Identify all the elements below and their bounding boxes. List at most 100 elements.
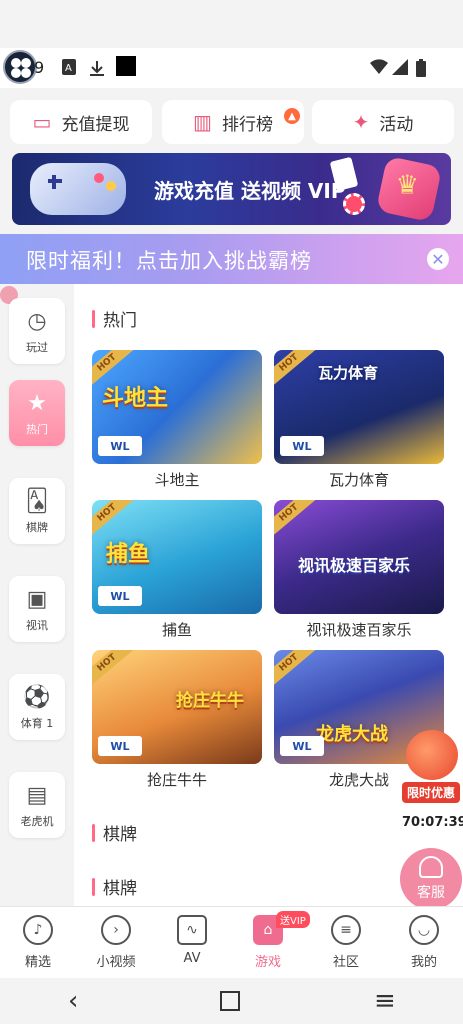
category-sidebar: ◷ 玩过 ★ 热门 🂡 棋牌 ▣ 视讯 ⚽ 体育 1 ▤ 老虎机 bbox=[0, 284, 74, 906]
wifi-icon bbox=[370, 59, 388, 74]
nav-short-video[interactable]: › 小视频 bbox=[86, 915, 146, 970]
vip-badge: 送VIP bbox=[276, 911, 310, 928]
bottom-nav: ♪ 精选 › 小视频 ∿ AV ⌂ 游戏 送VIP ≡ 社区 ◡ 我的 bbox=[0, 906, 463, 978]
game-art-title: 斗地主 bbox=[102, 386, 169, 411]
headset-icon bbox=[419, 856, 443, 878]
game-card-doudizhu[interactable]: HOT 斗地主 WL 斗地主 bbox=[92, 350, 262, 491]
crown-gem-icon bbox=[375, 155, 443, 223]
slot-machine-icon: ▤ bbox=[26, 782, 48, 808]
nav-label: 小视频 bbox=[96, 955, 136, 970]
sidebar-item-cards[interactable]: 🂡 棋牌 bbox=[9, 478, 65, 544]
sidebar-item-label: 老虎机 bbox=[20, 815, 54, 828]
section-title-chess: 棋牌 bbox=[92, 820, 137, 845]
section-marker bbox=[92, 309, 95, 328]
limited-offer-label: 限时优惠 bbox=[402, 782, 460, 803]
game-name: 抢庄牛牛 bbox=[146, 771, 207, 789]
clock: 9 bbox=[34, 58, 45, 77]
top-tab-bar: ▭ 充值提现 ▥ 排行榜 ▲ ✦ 活动 bbox=[0, 88, 463, 146]
game-thumbnail: HOT 斗地主 WL bbox=[92, 350, 262, 464]
limited-offer-float[interactable]: 限时优惠 70:07:39 bbox=[402, 730, 463, 830]
game-card-wali-sports[interactable]: HOT 瓦力体育 WL 瓦力体育 bbox=[274, 350, 444, 491]
controller-button-b bbox=[106, 181, 116, 191]
tab-recharge-withdraw[interactable]: ▭ 充值提现 bbox=[10, 100, 152, 144]
challenge-promo-strip[interactable]: 限时福利！点击加入挑战霸榜 ✕ bbox=[0, 234, 463, 284]
close-icon[interactable]: ✕ bbox=[427, 248, 449, 270]
nav-profile[interactable]: ◡ 我的 bbox=[394, 915, 454, 970]
sidebar-item-sports[interactable]: ⚽ 体育 1 bbox=[9, 674, 65, 740]
tab-label: 排行榜 bbox=[221, 114, 273, 135]
star-icon: ★ bbox=[27, 390, 47, 416]
tab-activity[interactable]: ✦ 活动 bbox=[312, 100, 454, 144]
back-icon[interactable]: ‹ bbox=[68, 986, 78, 1016]
game-card-fishing[interactable]: HOT 捕鱼 WL 捕鱼 bbox=[92, 500, 262, 641]
battery-icon bbox=[416, 59, 426, 77]
recent-apps-icon[interactable]: ≡ bbox=[374, 986, 396, 1016]
nav-featured[interactable]: ♪ 精选 bbox=[8, 915, 68, 970]
game-name: 瓦力体育 bbox=[328, 471, 389, 489]
section-title-chess-2: 棋牌 bbox=[92, 874, 137, 899]
wallet-icon: ▭ bbox=[32, 110, 52, 134]
bar-chart-icon: ▥ bbox=[193, 110, 212, 134]
hot-badge-icon: ▲ bbox=[284, 108, 300, 124]
countdown-timer: 70:07:39 bbox=[402, 815, 463, 830]
hot-tag: HOT bbox=[274, 650, 316, 688]
sidebar-item-label: 体育 1 bbox=[20, 717, 54, 730]
nav-label: 我的 bbox=[410, 955, 437, 970]
sidebar-item-played[interactable]: ◷ 玩过 bbox=[9, 298, 65, 364]
svg-text:A: A bbox=[65, 63, 72, 74]
tv-icon: ∿ bbox=[177, 915, 207, 945]
customer-service-button[interactable]: 客服 bbox=[400, 848, 462, 910]
hot-tag: HOT bbox=[274, 350, 316, 388]
play-circle-icon: › bbox=[101, 915, 131, 945]
game-card-baccarat[interactable]: HOT 视讯极速百家乐 视讯极速百家乐 bbox=[274, 500, 444, 641]
signal-icon bbox=[392, 59, 408, 75]
status-bar: 9 A bbox=[0, 48, 463, 88]
sidebar-item-hot[interactable]: ★ 热门 bbox=[9, 380, 65, 446]
download-icon bbox=[90, 61, 104, 76]
game-name: 视讯极速百家乐 bbox=[306, 621, 412, 639]
game-thumbnail: HOT 视讯极速百家乐 bbox=[274, 500, 444, 614]
provider-logo: WL bbox=[280, 436, 324, 456]
chat-bubble-icon: ≡ bbox=[331, 915, 361, 945]
tab-leaderboard[interactable]: ▥ 排行榜 ▲ bbox=[162, 100, 304, 144]
game-art-title: 瓦力体育 bbox=[318, 364, 379, 382]
section-label: 热门 bbox=[103, 311, 137, 331]
game-thumbnail: HOT 抢庄牛牛 WL bbox=[92, 650, 262, 764]
customer-service-label: 客服 bbox=[417, 885, 445, 901]
home-icon[interactable] bbox=[220, 988, 240, 1018]
section-marker bbox=[92, 877, 95, 896]
sidebar-item-slots[interactable]: ▤ 老虎机 bbox=[9, 772, 65, 838]
nav-community[interactable]: ≡ 社区 bbox=[316, 915, 376, 970]
sidebar-item-label: 热门 bbox=[26, 423, 48, 436]
sidebar-item-label: 棋牌 bbox=[26, 521, 48, 534]
sidebar-item-live[interactable]: ▣ 视讯 bbox=[9, 576, 65, 642]
black-square-icon bbox=[116, 56, 136, 76]
controller-button-a bbox=[94, 173, 104, 183]
section-label: 棋牌 bbox=[103, 879, 137, 899]
hot-tag: HOT bbox=[274, 500, 316, 538]
game-name: 斗地主 bbox=[154, 471, 200, 489]
game-thumbnail: HOT 瓦力体育 WL bbox=[274, 350, 444, 464]
tab-label: 活动 bbox=[379, 114, 414, 135]
nav-label: AV bbox=[183, 951, 201, 966]
hot-tag: HOT bbox=[92, 500, 134, 538]
cards-icon: 🂡 bbox=[25, 488, 49, 514]
nav-label: 游戏 bbox=[254, 955, 281, 970]
provider-logo: WL bbox=[98, 586, 142, 606]
section-marker bbox=[92, 823, 95, 842]
nav-label: 社区 bbox=[332, 955, 359, 970]
game-thumbnail: HOT 捕鱼 WL bbox=[92, 500, 262, 614]
party-popper-icon: ✦ bbox=[352, 110, 370, 134]
music-note-icon: ♪ bbox=[23, 915, 53, 945]
game-card-niuniu[interactable]: HOT 抢庄牛牛 WL 抢庄牛牛 bbox=[92, 650, 262, 791]
game-name: 捕鱼 bbox=[161, 621, 192, 639]
soccer-ball-icon: ⚽ bbox=[23, 684, 51, 710]
section-title-hot: 热门 bbox=[92, 306, 137, 331]
sidebar-item-label: 视讯 bbox=[26, 619, 48, 632]
nav-av[interactable]: ∿ AV bbox=[162, 915, 222, 966]
floating-menu-icon[interactable] bbox=[3, 50, 37, 84]
nav-label: 精选 bbox=[24, 955, 51, 970]
provider-logo: WL bbox=[98, 736, 142, 756]
promo-banner[interactable]: 游戏充值 送视频 VIP bbox=[12, 153, 451, 225]
section-label: 棋牌 bbox=[103, 825, 137, 845]
